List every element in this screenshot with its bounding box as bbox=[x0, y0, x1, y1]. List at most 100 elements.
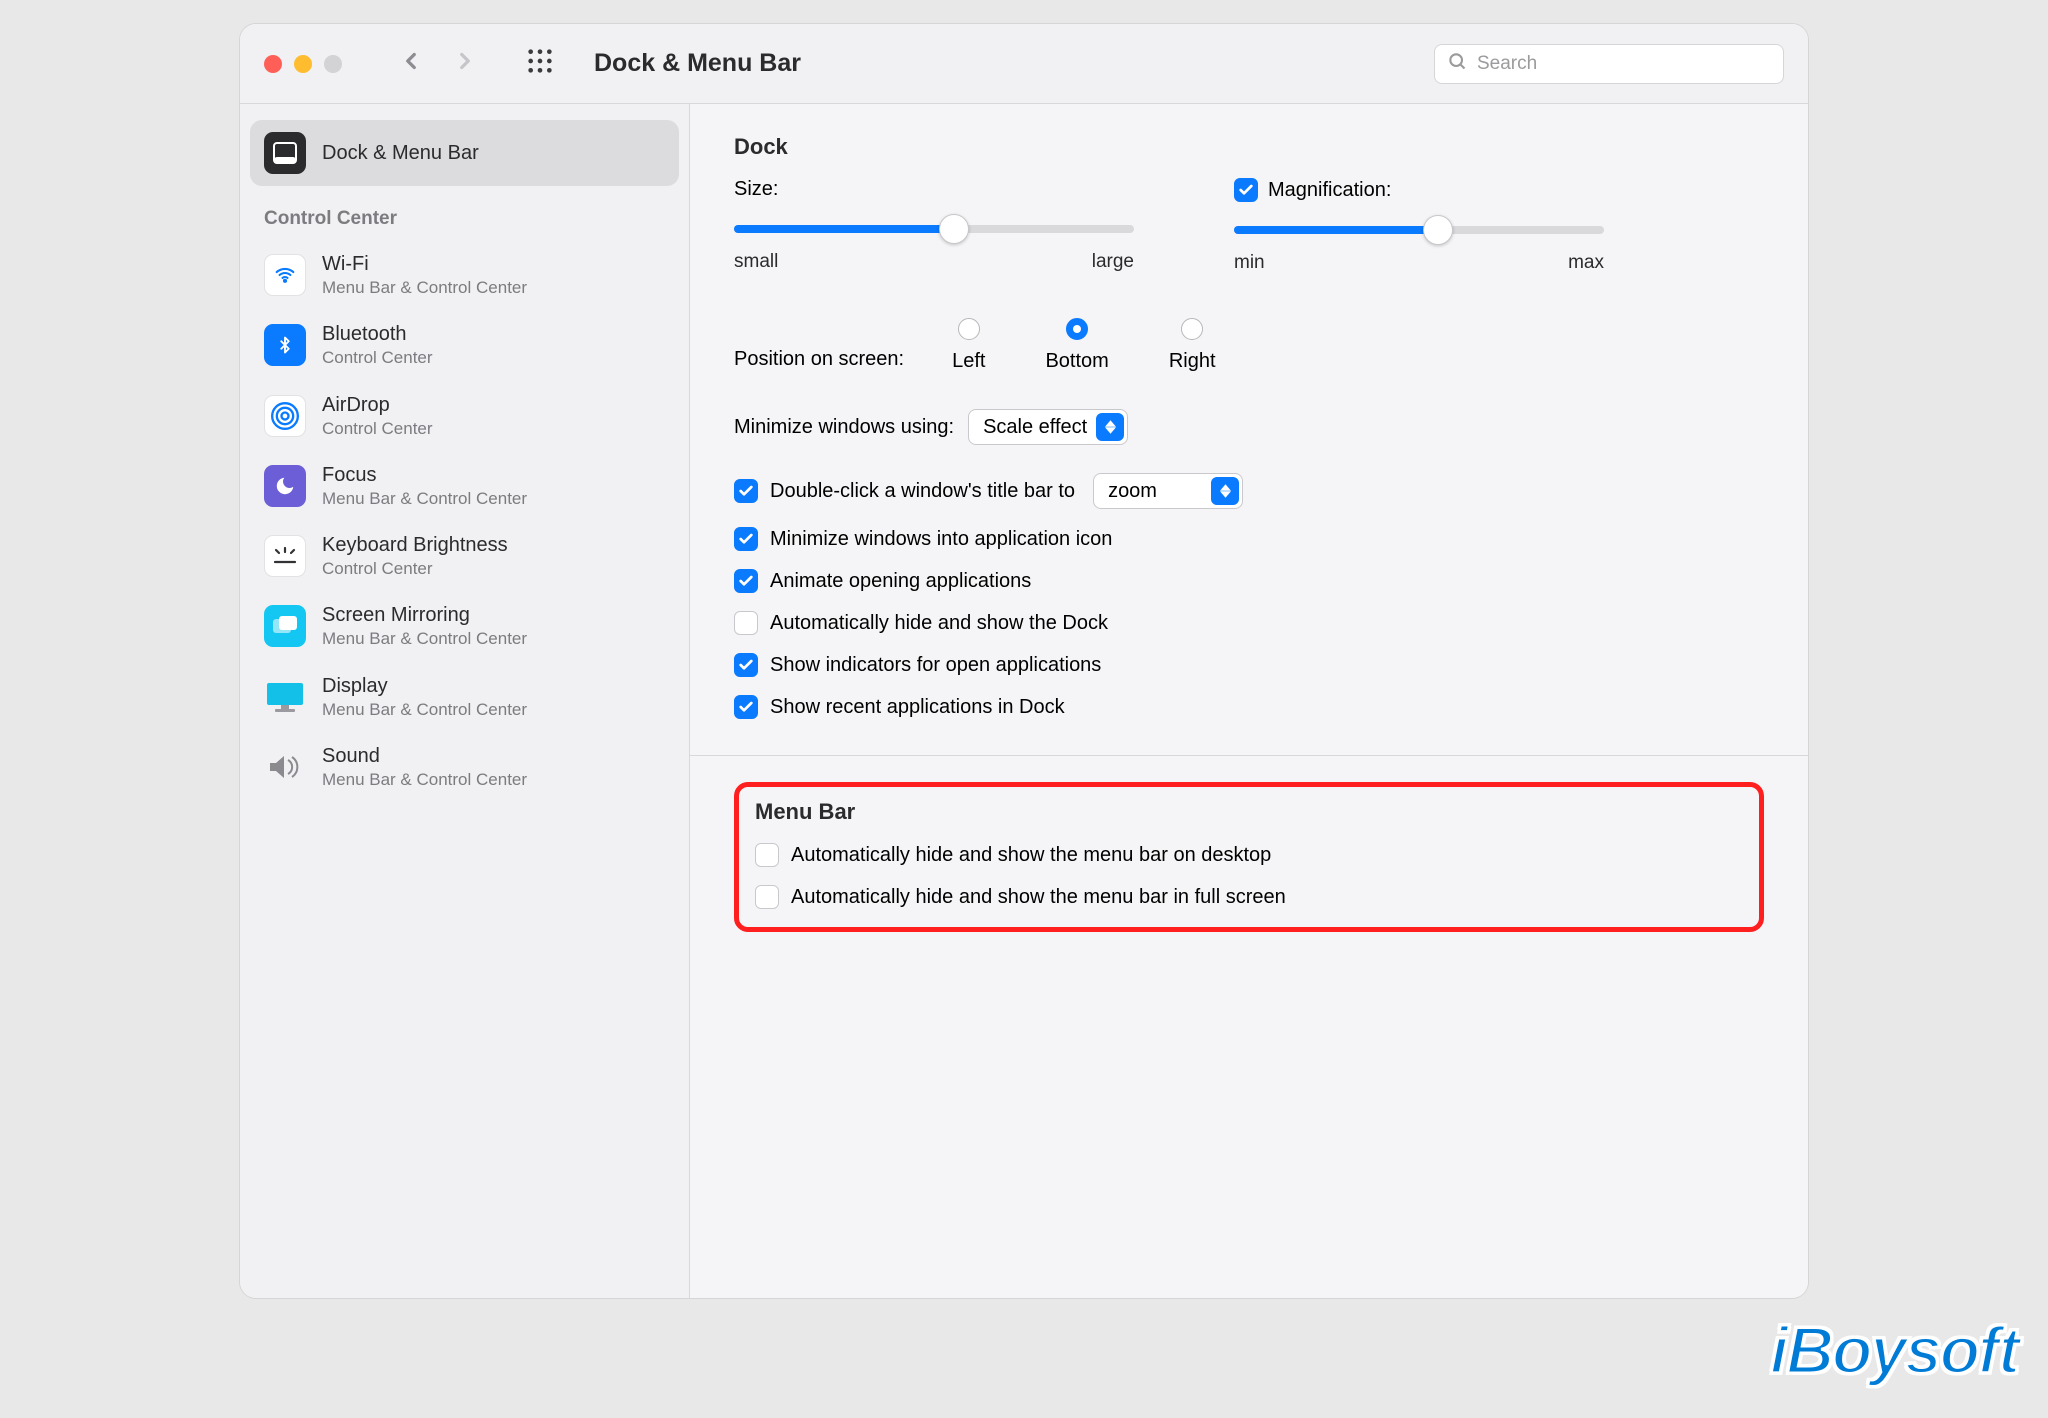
dock-icon bbox=[264, 132, 306, 174]
minimize-using-label: Minimize windows using: bbox=[734, 416, 954, 439]
highlight-annotation: Menu Bar Automatically hide and show the… bbox=[734, 782, 1764, 932]
autohide-dock-checkbox[interactable] bbox=[734, 611, 758, 635]
sidebar-item-dock-menubar[interactable]: Dock & Menu Bar bbox=[250, 120, 679, 186]
select-stepper-icon bbox=[1211, 477, 1239, 505]
bluetooth-icon bbox=[264, 324, 306, 366]
sidebar-item-label: Screen Mirroring bbox=[322, 603, 527, 628]
minimize-window-button[interactable] bbox=[294, 55, 312, 73]
dblclick-action-select[interactable]: zoom bbox=[1093, 473, 1243, 509]
sidebar-item-sublabel: Menu Bar & Control Center bbox=[322, 628, 527, 649]
show-indicators-checkbox[interactable] bbox=[734, 653, 758, 677]
forward-button[interactable] bbox=[452, 48, 478, 79]
position-bottom-radio[interactable] bbox=[1066, 318, 1088, 340]
search-field[interactable] bbox=[1434, 44, 1784, 84]
display-icon bbox=[264, 676, 306, 718]
window-title: Dock & Menu Bar bbox=[594, 49, 1414, 78]
magnification-slider-thumb[interactable] bbox=[1423, 215, 1453, 245]
menubar-heading: Menu Bar bbox=[755, 799, 1743, 825]
screen-mirroring-icon bbox=[264, 605, 306, 647]
size-slider[interactable] bbox=[734, 225, 1134, 233]
sidebar-item-display[interactable]: Display Menu Bar & Control Center bbox=[250, 662, 679, 732]
mag-min-label: min bbox=[1234, 252, 1265, 274]
position-left-label: Left bbox=[952, 350, 985, 373]
check-label: Animate opening applications bbox=[770, 570, 1031, 593]
sidebar-item-label: AirDrop bbox=[322, 393, 433, 418]
sidebar-item-label: Keyboard Brightness bbox=[322, 533, 508, 558]
show-all-prefs-button[interactable] bbox=[526, 47, 554, 80]
animate-opening-checkbox[interactable] bbox=[734, 569, 758, 593]
sidebar-item-airdrop[interactable]: AirDrop Control Center bbox=[250, 381, 679, 451]
zoom-window-button[interactable] bbox=[324, 55, 342, 73]
check-label: Automatically hide and show the menu bar… bbox=[791, 844, 1271, 867]
back-button[interactable] bbox=[398, 48, 424, 79]
magnification-slider[interactable] bbox=[1234, 226, 1604, 234]
minimize-effect-select[interactable]: Scale effect bbox=[968, 409, 1128, 445]
dblclick-action-value: zoom bbox=[1108, 480, 1157, 503]
sidebar-item-focus[interactable]: Focus Menu Bar & Control Center bbox=[250, 451, 679, 521]
airdrop-icon bbox=[264, 395, 306, 437]
check-label: Automatically hide and show the menu bar… bbox=[791, 886, 1286, 909]
size-label: Size: bbox=[734, 178, 778, 201]
sidebar-section-label: Control Center bbox=[250, 186, 679, 240]
sidebar-item-bluetooth[interactable]: Bluetooth Control Center bbox=[250, 310, 679, 380]
sidebar-item-sublabel: Control Center bbox=[322, 347, 433, 368]
sidebar-item-label: Display bbox=[322, 674, 527, 699]
minimize-effect-value: Scale effect bbox=[983, 416, 1087, 439]
sidebar-item-label: Wi-Fi bbox=[322, 252, 527, 277]
search-input[interactable] bbox=[1477, 53, 1771, 75]
sidebar-item-sublabel: Menu Bar & Control Center bbox=[322, 277, 527, 298]
sidebar-item-label: Bluetooth bbox=[322, 322, 433, 347]
autohide-menubar-desktop-checkbox[interactable] bbox=[755, 843, 779, 867]
sidebar-item-sublabel: Menu Bar & Control Center bbox=[322, 488, 527, 509]
sidebar-item-sublabel: Control Center bbox=[322, 418, 433, 439]
size-slider-thumb[interactable] bbox=[939, 214, 969, 244]
check-label: Minimize windows into application icon bbox=[770, 528, 1112, 551]
dock-heading: Dock bbox=[734, 134, 1764, 160]
magnification-label: Magnification: bbox=[1268, 179, 1391, 202]
position-right-label: Right bbox=[1169, 350, 1216, 373]
select-stepper-icon bbox=[1096, 413, 1124, 441]
autohide-menubar-fullscreen-checkbox[interactable] bbox=[755, 885, 779, 909]
check-label: Show indicators for open applications bbox=[770, 654, 1101, 677]
dblclick-checkbox[interactable] bbox=[734, 479, 758, 503]
position-label: Position on screen: bbox=[734, 348, 904, 371]
minimize-into-icon-checkbox[interactable] bbox=[734, 527, 758, 551]
position-right-radio[interactable] bbox=[1181, 318, 1203, 340]
position-bottom-label: Bottom bbox=[1045, 350, 1108, 373]
preferences-window: Dock & Menu Bar Dock & Menu Bar Control … bbox=[240, 24, 1808, 1298]
watermark: iBoysoft bbox=[1770, 1312, 2018, 1388]
nav-arrows bbox=[398, 48, 478, 79]
moon-icon bbox=[264, 465, 306, 507]
sidebar-item-sound[interactable]: Sound Menu Bar & Control Center bbox=[250, 732, 679, 802]
sidebar-item-label: Sound bbox=[322, 744, 527, 769]
sidebar-item-keyboard-brightness[interactable]: Keyboard Brightness Control Center bbox=[250, 521, 679, 591]
sound-icon bbox=[264, 746, 306, 788]
position-radio-group: Left Bottom Right bbox=[952, 318, 1215, 373]
close-window-button[interactable] bbox=[264, 55, 282, 73]
check-label: Show recent applications in Dock bbox=[770, 696, 1065, 719]
window-body: Dock & Menu Bar Control Center Wi-Fi Men… bbox=[240, 104, 1808, 1298]
titlebar: Dock & Menu Bar bbox=[240, 24, 1808, 104]
dblclick-label: Double-click a window's title bar to bbox=[770, 480, 1075, 503]
sidebar-item-label: Focus bbox=[322, 463, 527, 488]
traffic-lights bbox=[264, 55, 342, 73]
section-divider bbox=[690, 755, 1808, 756]
size-min-label: small bbox=[734, 251, 778, 273]
keyboard-brightness-icon bbox=[264, 535, 306, 577]
magnification-checkbox[interactable] bbox=[1234, 178, 1258, 202]
sidebar-item-sublabel: Menu Bar & Control Center bbox=[322, 769, 527, 790]
sidebar-item-sublabel: Menu Bar & Control Center bbox=[322, 699, 527, 720]
size-max-label: large bbox=[1092, 251, 1134, 273]
sidebar-item-screen-mirroring[interactable]: Screen Mirroring Menu Bar & Control Cent… bbox=[250, 591, 679, 661]
mag-max-label: max bbox=[1568, 252, 1604, 274]
check-label: Automatically hide and show the Dock bbox=[770, 612, 1108, 635]
search-icon bbox=[1447, 51, 1467, 76]
sidebar[interactable]: Dock & Menu Bar Control Center Wi-Fi Men… bbox=[240, 104, 690, 1298]
sidebar-item-wifi[interactable]: Wi-Fi Menu Bar & Control Center bbox=[250, 240, 679, 310]
main-panel: Dock Size: small large bbox=[690, 104, 1808, 1298]
wifi-icon bbox=[264, 254, 306, 296]
position-left-radio[interactable] bbox=[958, 318, 980, 340]
sidebar-item-sublabel: Control Center bbox=[322, 558, 508, 579]
show-recent-checkbox[interactable] bbox=[734, 695, 758, 719]
sidebar-item-label: Dock & Menu Bar bbox=[322, 141, 479, 166]
